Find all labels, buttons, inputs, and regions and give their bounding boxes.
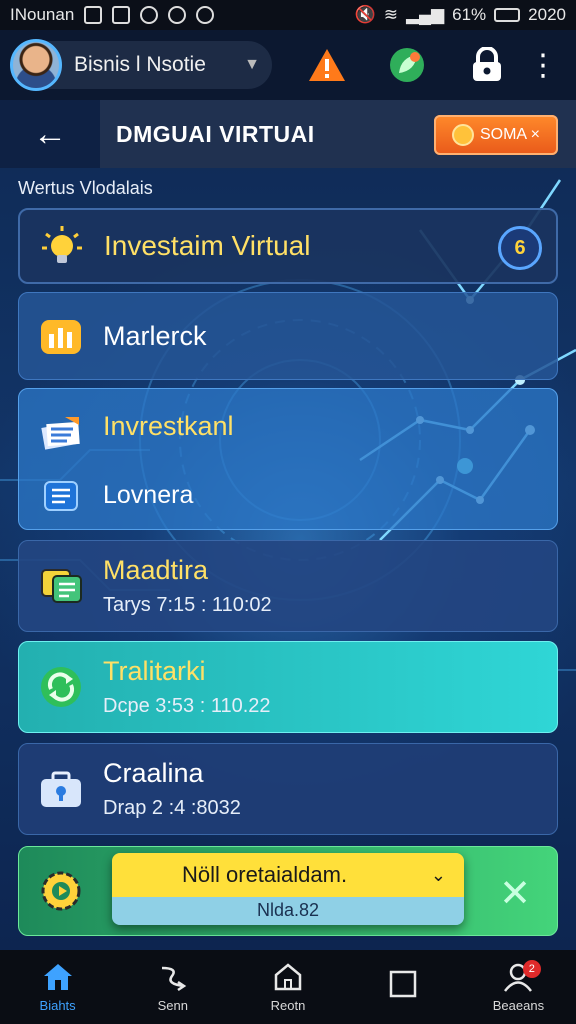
- card-maadtira[interactable]: Maadtira Tarys 7:15 : 110:02: [18, 540, 558, 632]
- nav-label: Senn: [157, 997, 188, 1013]
- card-subtitle: Drap 2 :4 :8032: [103, 797, 241, 819]
- close-icon[interactable]: ✕: [499, 871, 531, 916]
- image-icon: [112, 6, 131, 24]
- card-craalina[interactable]: Craalina Drap 2 :4 :8032: [18, 743, 558, 835]
- clock: 2020: [528, 5, 566, 24]
- nav-reotn[interactable]: Reotn: [230, 950, 345, 1024]
- documents-icon: [41, 417, 80, 450]
- camera-icon: [140, 6, 159, 24]
- notification-icon: [84, 6, 103, 24]
- coin-icon: [451, 124, 474, 146]
- briefcase-icon: [41, 771, 81, 807]
- settings-icon: [196, 6, 215, 24]
- check-icon: [168, 6, 187, 24]
- section-label: Wertus Vlodalais: [18, 178, 153, 198]
- bottom-navigation: Biahts Senn Reotn 2 Beaeans: [0, 950, 576, 1024]
- card-title: Tralitarki: [103, 656, 206, 686]
- back-arrow-icon[interactable]: ←: [0, 100, 100, 168]
- calendar-icon: [41, 569, 82, 603]
- card-title: Craalina: [103, 758, 204, 788]
- badge-icon[interactable]: 6: [498, 226, 542, 270]
- home-icon: [43, 963, 72, 990]
- mute-icon: 🔇: [354, 5, 376, 24]
- toast-text: Nöll oretaialdam.: [182, 862, 348, 887]
- card-title: Investaim Virtual: [104, 230, 311, 261]
- card-title: Invrestkanl: [103, 411, 234, 441]
- house-outline-icon: [274, 962, 302, 990]
- nav-senn[interactable]: Senn: [115, 950, 230, 1024]
- leaf-icon[interactable]: [386, 44, 428, 86]
- list-icon: [44, 481, 78, 511]
- soma-button-label: SOMA ×: [479, 126, 541, 143]
- notification-badge: 2: [522, 960, 541, 978]
- chevron-down-icon: ▼: [244, 56, 260, 73]
- battery-icon: [494, 8, 521, 22]
- nav-recents[interactable]: [346, 950, 461, 1024]
- bar-chart-icon: [41, 320, 81, 354]
- toast-message[interactable]: Nöll oretaialdam. ⌄ Nlda.82: [112, 853, 464, 925]
- nav-beaeans[interactable]: 2 Beaeans: [461, 950, 576, 1024]
- card-investaim-virtual[interactable]: Investaim Virtual 6: [18, 208, 558, 284]
- account-name: Bisnis l Nsotie: [74, 53, 206, 76]
- more-vert-icon[interactable]: ⋮: [522, 44, 564, 86]
- card-title: Maadtira: [103, 555, 209, 585]
- card-invrestkanl[interactable]: Invrestkanl Lovnera: [18, 388, 558, 530]
- route-icon: [161, 966, 187, 991]
- status-bar: INounan 🔇 ≋ ▂▄▆ 61% 2020: [0, 0, 576, 30]
- nav-label: Reotn: [270, 997, 306, 1013]
- nav-home[interactable]: Biahts: [0, 950, 115, 1024]
- account-switcher[interactable]: Bisnis l Nsotie ▼: [10, 39, 272, 91]
- page-title: DMGUAI VIRTUAI: [116, 120, 315, 147]
- carrier-label: INounan: [10, 5, 75, 24]
- wifi-icon: ≋: [383, 5, 398, 24]
- lock-icon[interactable]: [466, 44, 508, 86]
- nav-label: Biahts: [39, 997, 76, 1013]
- card-subtitle: Tarys 7:15 : 110:02: [103, 594, 272, 616]
- avatar: [10, 39, 62, 91]
- card-tralitarki[interactable]: Tralitarki Dcpe 3:53 : 110.22: [18, 641, 558, 733]
- battery-percent: 61%: [452, 5, 487, 24]
- signal-icon: ▂▄▆: [405, 5, 445, 24]
- nav-label: Beaeans: [492, 997, 545, 1013]
- square-icon: [389, 970, 417, 998]
- card-marlerck[interactable]: Marlerck: [18, 292, 558, 380]
- soma-button[interactable]: SOMA ×: [434, 115, 558, 155]
- toast-subtext: Nlda.82: [112, 897, 464, 925]
- sync-icon: [41, 667, 81, 707]
- warning-icon[interactable]: [306, 44, 348, 86]
- gear-icon: [41, 871, 81, 911]
- card-title: Marlerck: [103, 320, 207, 351]
- app-bar: Bisnis l Nsotie ▼ ⋮: [0, 30, 576, 100]
- lightbulb-icon: [42, 226, 82, 263]
- card-subtitle: Dcpe 3:53 : 110.22: [103, 695, 271, 717]
- card-subtitle: Lovnera: [103, 481, 194, 509]
- chevron-down-icon[interactable]: ⌄: [431, 865, 446, 886]
